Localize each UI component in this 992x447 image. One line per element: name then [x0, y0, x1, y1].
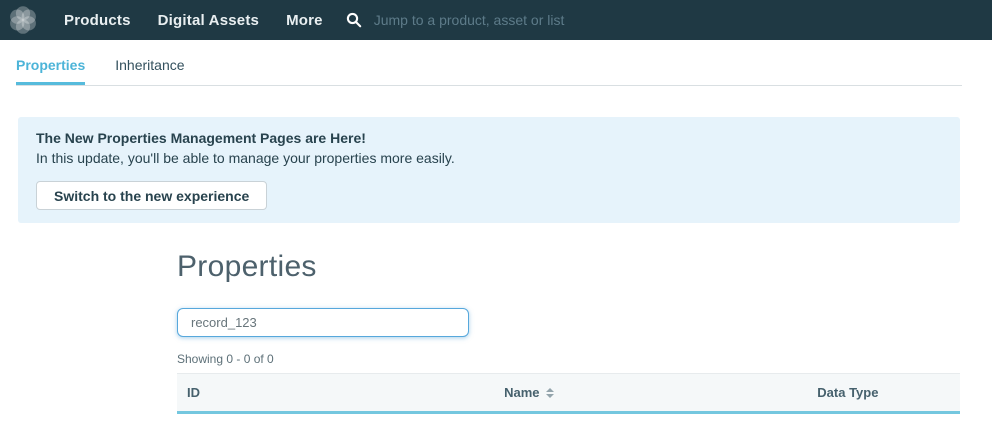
main-nav-menu: Products Digital Assets More	[64, 12, 323, 29]
column-header-name-label: Name	[504, 385, 540, 400]
tab-inheritance[interactable]: Inheritance	[115, 57, 184, 85]
column-header-name[interactable]: Name	[494, 374, 807, 411]
search-icon	[346, 12, 361, 28]
column-header-data-type: Data Type	[817, 385, 879, 400]
announcement-banner: The New Properties Management Pages are …	[18, 117, 960, 223]
top-navbar: Products Digital Assets More	[0, 0, 992, 40]
app-logo[interactable]	[6, 3, 40, 37]
tab-bar: Properties Inheritance	[16, 40, 962, 86]
global-search-input[interactable]	[371, 11, 792, 29]
nav-item-products[interactable]: Products	[64, 12, 131, 29]
global-search	[346, 11, 992, 29]
flower-logo-icon	[10, 6, 36, 34]
nav-item-more[interactable]: More	[286, 12, 323, 29]
column-header-id: ID	[187, 385, 200, 400]
switch-experience-button[interactable]: Switch to the new experience	[36, 181, 268, 210]
nav-item-digital-assets[interactable]: Digital Assets	[158, 12, 259, 29]
main-content: Properties Showing 0 - 0 of 0 ID Name Da…	[177, 250, 960, 414]
results-summary: Showing 0 - 0 of 0	[177, 352, 274, 366]
banner-body: In this update, you'll be able to manage…	[36, 150, 455, 166]
property-filter-input[interactable]	[177, 308, 469, 337]
tab-properties[interactable]: Properties	[16, 57, 85, 85]
banner-title: The New Properties Management Pages are …	[36, 130, 366, 146]
page-title: Properties	[177, 250, 317, 283]
sort-icon	[545, 387, 554, 398]
properties-table-header: ID Name Data Type	[177, 373, 960, 414]
